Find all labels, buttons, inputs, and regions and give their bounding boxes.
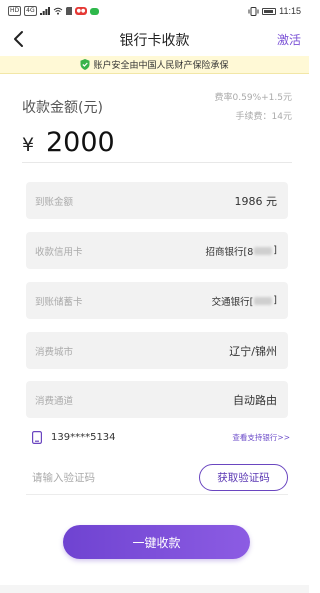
phone-info: 139****5134 [32, 430, 116, 444]
phone-icon [32, 430, 42, 444]
security-notice: 账户安全由中国人民财产保险承保 [0, 56, 309, 74]
shield-check-icon [80, 59, 90, 70]
verification-code-input[interactable] [32, 470, 192, 486]
masked-card-number [254, 296, 273, 305]
phone-number: 139****5134 [51, 431, 116, 443]
status-time: 11:15 [279, 6, 301, 16]
row-label: 到账金额 [35, 196, 74, 208]
masked-card-number [254, 246, 273, 255]
debit-card-value[interactable]: 交通银行[] [212, 294, 277, 308]
currency-symbol: ¥ [22, 134, 35, 156]
amount-input[interactable]: 2000 [46, 127, 115, 158]
credit-card-value[interactable]: 招商银行[8] [206, 244, 277, 258]
row-debit-card[interactable]: 到账储蓄卡 交通银行[] [26, 282, 288, 319]
battery-icon [262, 7, 277, 15]
amount-divider [22, 162, 292, 163]
wifi-icon [53, 7, 62, 15]
debit-card-bank: 交通银行[ [211, 296, 254, 308]
fee-rate: 费率0.59%+1.5元 [214, 93, 292, 103]
bottom-edge [0, 585, 309, 593]
activate-link[interactable]: 激活 [277, 31, 301, 48]
app-notification-icon: ●● [74, 7, 88, 15]
security-notice-text: 账户安全由中国人民财产保险承保 [93, 61, 229, 71]
submit-button[interactable]: 一键收款 [63, 525, 250, 559]
row-consumption-city[interactable]: 消费城市 辽宁/锦州 [26, 332, 288, 369]
row-label: 消费通道 [35, 395, 74, 407]
status-bar: HD 4G ●● 11:15 [0, 0, 309, 22]
debit-card-bracket: ] [273, 295, 277, 306]
phone-row: 139****5134 查看支持银行>> [32, 428, 290, 446]
nav-bar: 银行卡收款 激活 [0, 22, 309, 56]
credit-card-bank: 招商银行[8 [205, 246, 254, 258]
supported-banks-link[interactable]: 查看支持银行>> [232, 432, 290, 443]
row-received-amount: 到账金额 1986 元 [26, 182, 288, 219]
row-label: 到账储蓄卡 [35, 296, 83, 308]
row-credit-card[interactable]: 收款信用卡 招商银行[8] [26, 232, 288, 269]
status-bar-right: 11:15 [248, 6, 301, 16]
received-amount-value: 1986 元 [234, 194, 278, 208]
status-bar-left: HD 4G ●● [8, 6, 100, 16]
page-title: 银行卡收款 [119, 33, 190, 49]
signal-icon [39, 7, 50, 15]
row-label: 收款信用卡 [35, 246, 83, 258]
sim-icon [65, 7, 72, 15]
wechat-icon [90, 7, 100, 15]
consumption-channel-value[interactable]: 自动路由 [233, 392, 277, 408]
row-consumption-channel[interactable]: 消费通道 自动路由 [26, 381, 288, 418]
hd-icon: HD [8, 6, 22, 16]
row-label: 消费城市 [35, 346, 74, 358]
amount-label: 收款金额(元) [22, 100, 103, 116]
credit-card-bracket: ] [273, 245, 277, 256]
fee-charge: 手续费：14元 [235, 112, 292, 122]
consumption-city-value[interactable]: 辽宁/锦州 [229, 343, 277, 359]
get-code-button[interactable]: 获取验证码 [199, 464, 288, 491]
network-type-icon: 4G [24, 6, 37, 16]
verify-divider [26, 494, 288, 495]
vibrate-icon [248, 6, 259, 16]
